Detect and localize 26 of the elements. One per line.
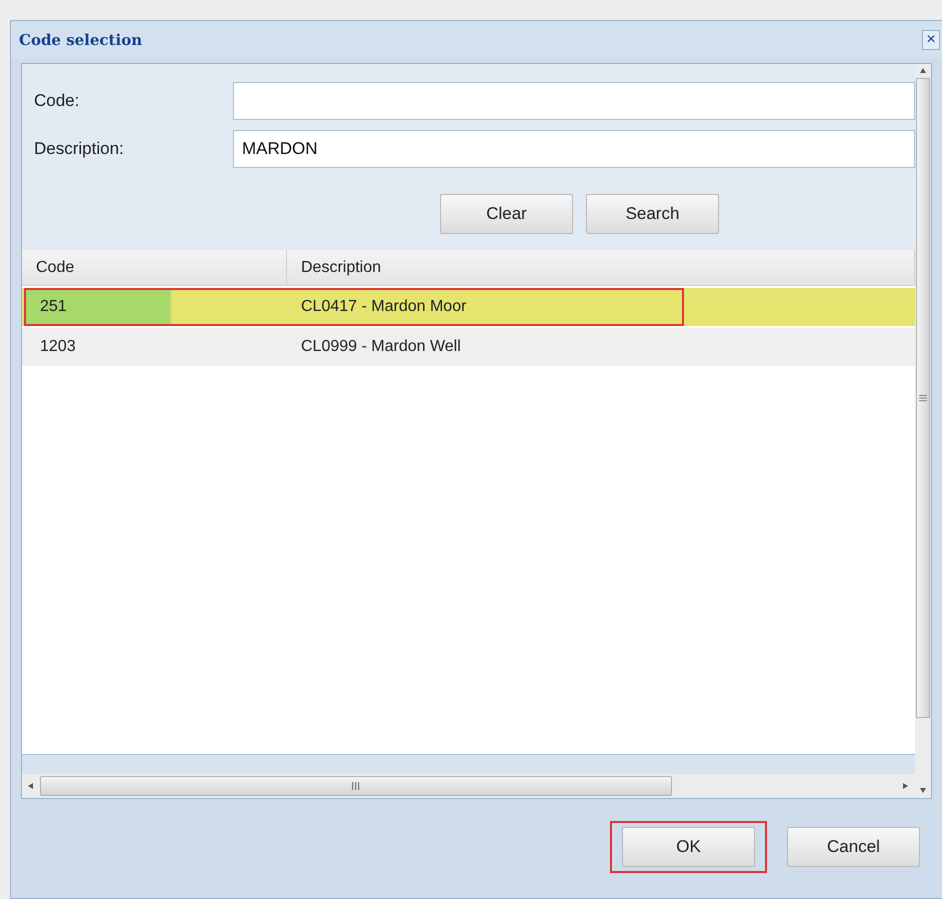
clear-button[interactable]: Clear: [440, 194, 573, 234]
vertical-scrollbar[interactable]: [915, 64, 931, 798]
close-button[interactable]: ×: [922, 30, 940, 50]
table-row[interactable]: 1203 CL0999 - Mardon Well: [22, 328, 915, 366]
table-cell-text: CL0417 - Mardon Moor: [300, 297, 468, 317]
left-arrow-icon[interactable]: [28, 783, 34, 789]
window-title: Code selection: [19, 31, 142, 49]
right-arrow-icon[interactable]: [903, 783, 909, 789]
grip-icon: [919, 394, 927, 402]
field-label: Code:: [34, 91, 80, 111]
input-field[interactable]: MARDON: [233, 130, 915, 168]
table-cell-text: CL0999 - Mardon Well: [300, 337, 462, 357]
field-label: Description:: [34, 139, 125, 159]
table-cell-text: 1203: [39, 337, 77, 357]
cancel-button[interactable]: Cancel: [787, 827, 920, 867]
table-row[interactable]: 251 CL0417 - Mardon Moor: [22, 288, 915, 326]
scroll-thumb[interactable]: [40, 776, 672, 796]
grip-icon: [352, 782, 360, 790]
search-button[interactable]: Search: [586, 194, 719, 234]
scroll-thumb[interactable]: [916, 78, 930, 718]
down-arrow-icon[interactable]: [920, 788, 926, 794]
ok-button[interactable]: OK: [622, 827, 755, 867]
horizontal-scrollbar[interactable]: [22, 774, 915, 798]
up-arrow-icon[interactable]: [920, 68, 926, 74]
column-header[interactable]: Code: [22, 250, 287, 285]
input-field[interactable]: [233, 82, 915, 120]
